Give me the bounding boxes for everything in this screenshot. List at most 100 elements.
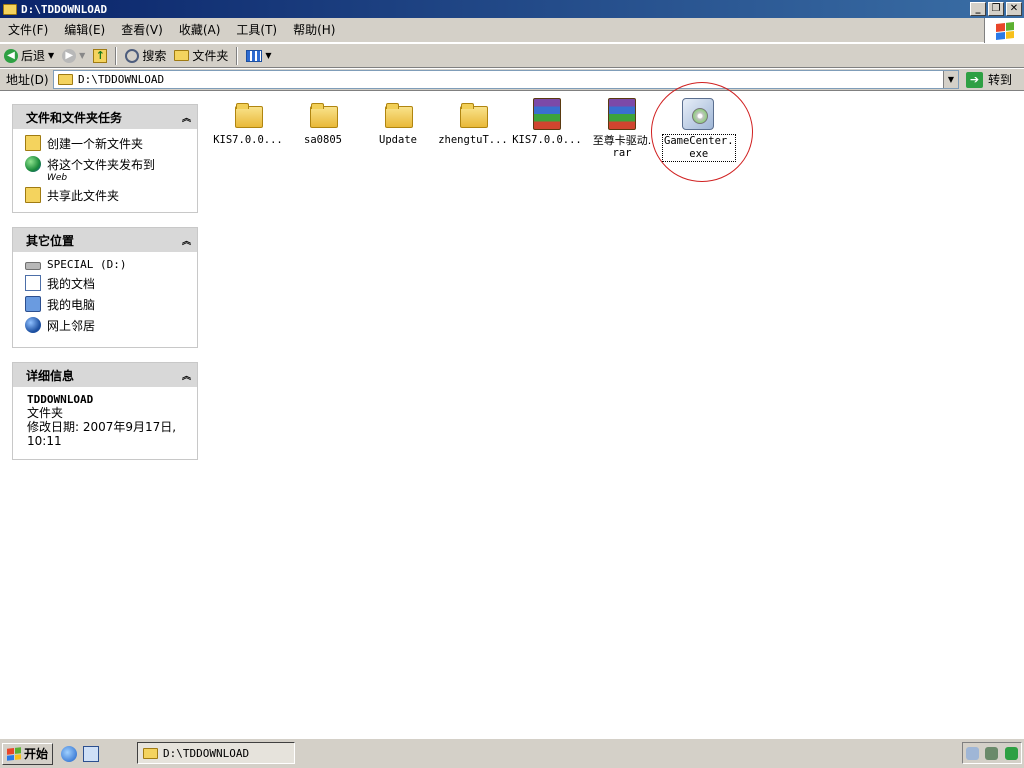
file-name: GameCenter.: [664, 135, 734, 147]
back-label: 后退: [21, 49, 46, 63]
menu-file[interactable]: 文件(F): [0, 19, 56, 41]
menu-help[interactable]: 帮助(H): [285, 19, 343, 41]
collapse-chevron-icon[interactable]: ︽: [182, 369, 191, 382]
views-dropdown-icon[interactable]: ▼: [265, 51, 271, 60]
file-item-selected[interactable]: GameCenter. exe: [662, 98, 736, 162]
folder-icon: [307, 98, 339, 130]
close-button[interactable]: ✕: [1006, 2, 1022, 16]
task-label: 将这个文件夹发布到: [47, 158, 156, 172]
folders-button[interactable]: 文件夹: [170, 45, 232, 67]
task-new-folder[interactable]: 创建一个新文件夹: [25, 135, 191, 152]
task-sublabel: Web: [47, 173, 68, 183]
place-label: SPECIAL (D:): [47, 258, 127, 271]
collapse-chevron-icon[interactable]: ︽: [182, 111, 191, 124]
back-button[interactable]: ◀ 后退 ▼: [0, 45, 58, 67]
start-button[interactable]: 开始: [2, 742, 54, 765]
windows-flag-icon: [995, 21, 1014, 40]
file-item[interactable]: KIS7.0.0...: [511, 98, 583, 147]
address-value[interactable]: D:\TDDOWNLOAD: [78, 73, 164, 86]
places-panel-header[interactable]: 其它位置 ︽: [13, 228, 197, 252]
places-panel-title: 其它位置: [26, 233, 75, 248]
windows-logo: [984, 18, 1024, 43]
menu-bar: 文件(F) 编辑(E) 查看(V) 收藏(A) 工具(T) 帮助(H): [0, 18, 1024, 43]
back-dropdown-icon[interactable]: ▼: [48, 51, 54, 60]
task-share-folder[interactable]: 共享此文件夹: [25, 187, 191, 204]
views-button[interactable]: ▼: [242, 45, 275, 67]
place-label: 我的文档: [47, 277, 96, 291]
task-publish-web[interactable]: 将这个文件夹发布到 Web: [25, 156, 191, 183]
folder-icon: [58, 74, 73, 85]
file-item[interactable]: sa0805: [287, 98, 359, 147]
toolbar-separator: [115, 46, 118, 65]
place-network[interactable]: 网上邻居: [25, 317, 191, 334]
file-item[interactable]: 至尊卡驱动. rar: [586, 98, 658, 160]
task-label: 创建一个新文件夹: [47, 137, 144, 151]
system-tray: [962, 742, 1022, 764]
file-item[interactable]: Update: [362, 98, 434, 147]
rar-archive-icon: [608, 98, 636, 130]
new-folder-icon: [25, 135, 41, 151]
go-button[interactable]: ➔ 转到: [966, 70, 1012, 89]
selected-name-box: GameCenter. exe: [662, 134, 736, 162]
file-name: Update: [379, 134, 417, 146]
places-panel-body: SPECIAL (D:) 我的文档 我的电脑 网上邻居: [13, 252, 197, 346]
taskbar-window-button[interactable]: D:\TDDOWNLOAD: [137, 742, 295, 764]
details-panel: 详细信息 ︽ TDDOWNLOAD 文件夹 修改日期: 2007年9月17日, …: [12, 362, 198, 460]
collapse-chevron-icon[interactable]: ︽: [182, 234, 191, 247]
folder-icon: [232, 98, 264, 130]
go-arrow-icon: ➔: [966, 71, 983, 88]
folder-icon: [382, 98, 414, 130]
menu-tools[interactable]: 工具(T): [228, 19, 285, 41]
address-dropdown-icon[interactable]: ▼: [943, 71, 958, 88]
forward-arrow-icon: ▶: [62, 48, 77, 63]
details-name: TDDOWNLOAD: [27, 393, 94, 406]
place-my-computer[interactable]: 我的电脑: [25, 296, 191, 313]
menu-favorites[interactable]: 收藏(A): [171, 19, 229, 41]
window-title: D:\TDDOWNLOAD: [21, 2, 108, 16]
rar-archive-icon: [533, 98, 561, 130]
network-places-icon: [25, 317, 41, 333]
go-label: 转到: [988, 73, 1013, 87]
network-tray-icon[interactable]: [966, 746, 980, 760]
show-desktop-icon[interactable]: [83, 745, 100, 762]
tasks-panel-header[interactable]: 文件和文件夹任务 ︽: [13, 105, 197, 129]
details-type: 文件夹: [27, 406, 64, 420]
address-label: 地址(D): [6, 73, 49, 87]
file-name: sa0805: [304, 134, 342, 146]
file-name: 至尊卡驱动.: [592, 134, 652, 147]
title-bar[interactable]: D:\TDDOWNLOAD _ ❐ ✕: [0, 0, 1024, 18]
forward-button[interactable]: ▶ ▼: [58, 45, 89, 67]
toolbar: ◀ 后退 ▼ ▶ ▼ ↑ 搜索 文件夹 ▼: [0, 44, 1024, 68]
place-label: 网上邻居: [47, 319, 96, 333]
minimize-button[interactable]: _: [970, 2, 986, 16]
umbrella-tray-icon[interactable]: [1004, 746, 1018, 760]
menu-view[interactable]: 查看(V): [113, 19, 171, 41]
back-arrow-icon: ◀: [4, 48, 18, 63]
menu-edit[interactable]: 编辑(E): [56, 19, 113, 41]
forward-dropdown-icon[interactable]: ▼: [79, 51, 85, 60]
address-input[interactable]: D:\TDDOWNLOAD ▼: [53, 70, 959, 89]
folder-icon: [457, 98, 489, 130]
file-item[interactable]: KIS7.0.0...: [212, 98, 284, 147]
file-extension: exe: [689, 148, 709, 160]
details-modified: 修改日期: 2007年9月17日,: [27, 420, 177, 434]
place-label: 我的电脑: [47, 298, 96, 312]
toolbar-separator: [236, 46, 239, 65]
security-tray-icon[interactable]: [985, 746, 999, 760]
file-name: KIS7.0.0...: [213, 134, 283, 146]
details-panel-header[interactable]: 详细信息 ︽: [13, 363, 197, 387]
restore-button[interactable]: ❐: [988, 2, 1004, 16]
tasks-panel-title: 文件和文件夹任务: [26, 110, 123, 125]
up-button[interactable]: ↑: [89, 45, 111, 67]
folders-label: 文件夹: [192, 49, 229, 63]
place-drive-d[interactable]: SPECIAL (D:): [25, 258, 191, 271]
share-folder-icon: [25, 187, 41, 203]
file-item[interactable]: zhengtuT...: [437, 98, 509, 147]
details-panel-body: TDDOWNLOAD 文件夹 修改日期: 2007年9月17日, 10:11: [13, 387, 197, 456]
folders-icon: [174, 50, 190, 61]
places-panel: 其它位置 ︽ SPECIAL (D:) 我的文档 我的电脑 网上邻居: [12, 227, 198, 348]
place-my-documents[interactable]: 我的文档: [25, 275, 191, 292]
internet-explorer-icon[interactable]: [61, 745, 78, 762]
address-bar: 地址(D) D:\TDDOWNLOAD ▼ ➔ 转到: [0, 69, 1024, 91]
search-button[interactable]: 搜索: [121, 45, 170, 67]
